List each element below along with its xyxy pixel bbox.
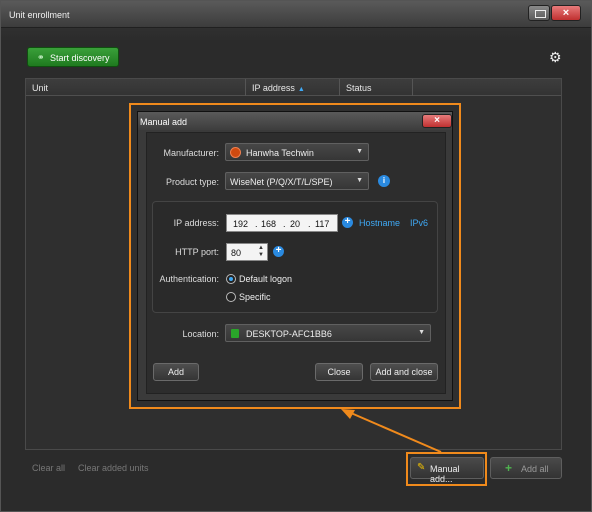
- close-button[interactable]: Close: [315, 363, 363, 381]
- manufacturer-logo-icon: [230, 147, 241, 158]
- http-port-label: HTTP port:: [175, 247, 219, 257]
- default-logon-label: Default logon: [239, 274, 293, 284]
- product-type-label: Product type:: [165, 177, 219, 187]
- add-ip-icon[interactable]: +: [342, 217, 353, 228]
- ip-octet-2: 168: [261, 219, 277, 229]
- ip-dot: .: [255, 219, 258, 229]
- unit-enrollment-window: Unit enrollment × ⚭ Start discovery ⚙ Un…: [0, 0, 592, 512]
- product-type-dropdown[interactable]: WiseNet (P/Q/X/T/L/SPE) ▼: [225, 172, 369, 190]
- http-port-value: 80: [231, 248, 242, 258]
- location-label: Location:: [182, 329, 219, 339]
- ip-octet-3: 20: [290, 219, 301, 229]
- default-logon-radio[interactable]: [226, 274, 236, 284]
- ip-dot: .: [283, 219, 286, 229]
- location-dropdown[interactable]: DESKTOP-AFC1BB6 ▼: [225, 324, 431, 342]
- ipv6-link[interactable]: IPv6: [410, 218, 428, 228]
- dialog-title: Manual add: [140, 117, 188, 127]
- manufacturer-value: Hanwha Techwin: [246, 148, 314, 158]
- add-button[interactable]: Add: [153, 363, 199, 381]
- chevron-down-icon: ▼: [356, 148, 363, 155]
- spinner-arrows-icon[interactable]: ▲ ▼: [258, 245, 264, 259]
- specific-label: Specific: [239, 292, 271, 302]
- location-value: DESKTOP-AFC1BB6: [246, 329, 332, 339]
- ip-address-label: IP address:: [173, 218, 219, 228]
- dialog-title-bar: Manual add ×: [138, 112, 452, 130]
- product-type-value: WiseNet (P/Q/X/T/L/SPE): [230, 177, 333, 187]
- ip-octet-4: 117: [315, 219, 330, 229]
- manufacturer-dropdown[interactable]: Hanwha Techwin ▼: [225, 143, 369, 161]
- add-port-icon[interactable]: +: [273, 246, 284, 257]
- http-port-stepper[interactable]: 80 ▲ ▼: [226, 243, 268, 261]
- add-and-close-button[interactable]: Add and close: [370, 363, 438, 381]
- dialog-close-button[interactable]: ×: [422, 114, 452, 128]
- specific-radio[interactable]: [226, 292, 236, 302]
- ip-octet-1: 192: [233, 219, 249, 229]
- ip-address-input[interactable]: 192 . 168 . 20 . 117: [226, 214, 338, 232]
- authentication-label: Authentication:: [159, 274, 219, 284]
- info-icon[interactable]: i: [378, 175, 390, 187]
- ip-dot: .: [308, 219, 311, 229]
- chevron-down-icon: ▼: [418, 329, 425, 336]
- hostname-link[interactable]: Hostname: [359, 218, 400, 228]
- manufacturer-label: Manufacturer:: [163, 148, 219, 158]
- server-icon: [231, 329, 239, 338]
- chevron-down-icon: ▼: [356, 177, 363, 184]
- close-icon: ×: [434, 115, 440, 126]
